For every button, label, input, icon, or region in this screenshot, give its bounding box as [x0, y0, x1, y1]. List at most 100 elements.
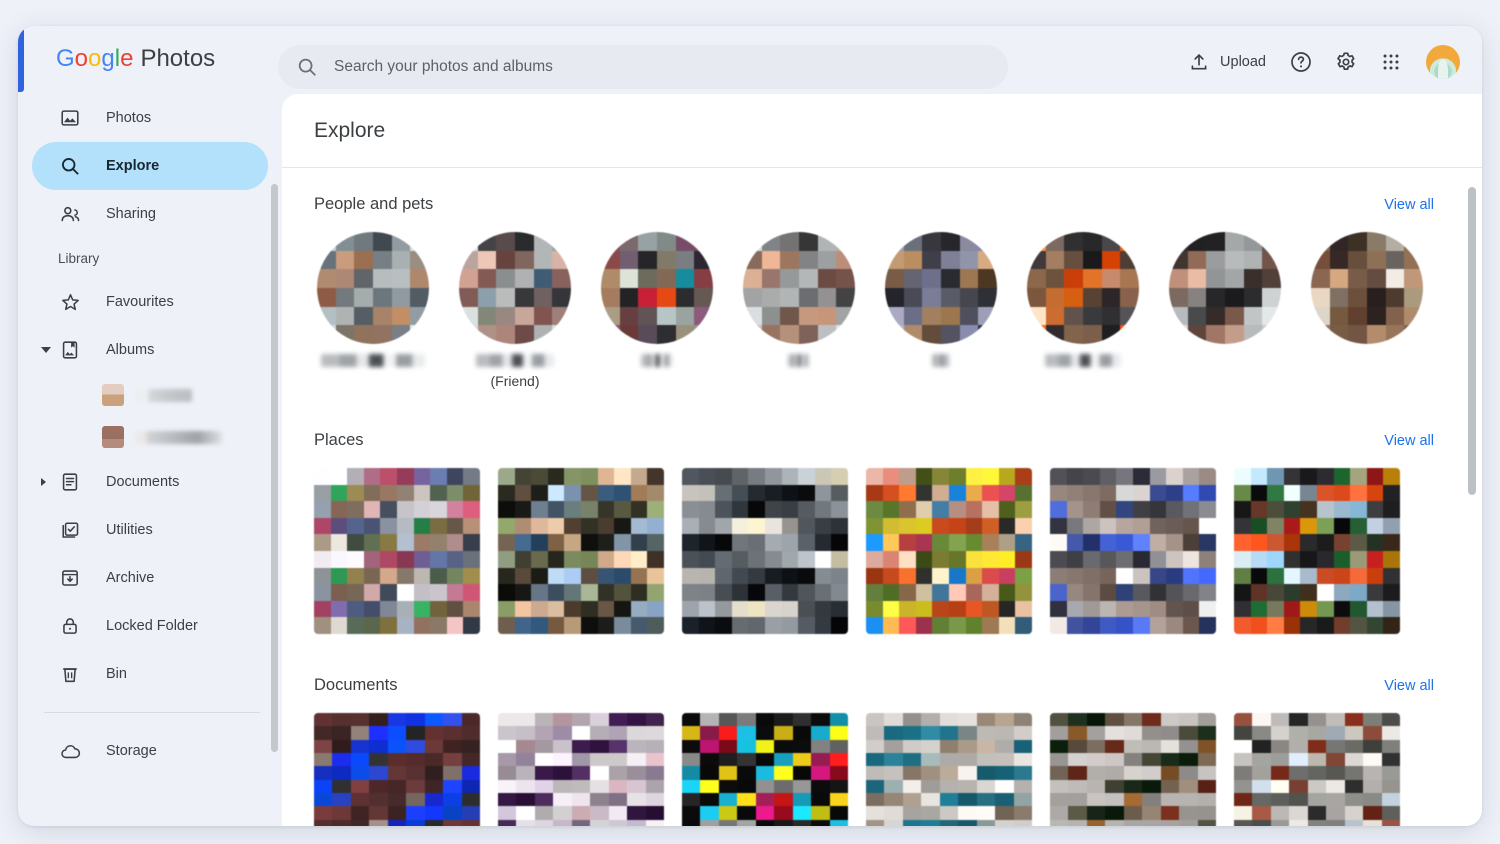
sidebar-album-child[interactable] [18, 416, 282, 458]
content-scroll-area: People and pets View all (Friend) Places… [282, 169, 1482, 826]
logo-letter: e [120, 45, 134, 72]
section-header: Places View all [314, 431, 1450, 450]
pixelated-thumbnail [314, 713, 480, 826]
chevron-down-icon[interactable] [41, 347, 51, 353]
album-thumbnail [102, 384, 124, 406]
place-tile[interactable] [498, 468, 664, 634]
page-title: Explore [314, 118, 386, 142]
apps-grid-icon [1383, 54, 1399, 70]
sidebar-item-label: Documents [106, 474, 180, 490]
sidebar-item-utilities[interactable]: Utilities [32, 506, 268, 554]
pixelated-thumbnail [1311, 232, 1423, 344]
google-apps-button[interactable] [1371, 42, 1411, 82]
pixelated-thumbnail [1234, 713, 1400, 826]
search-input[interactable] [334, 58, 954, 76]
person-card[interactable]: (Friend) [456, 232, 574, 389]
person-face-thumbnail [601, 232, 713, 344]
sidebar-item-label: Locked Folder [106, 618, 198, 634]
help-circle-icon [1291, 52, 1311, 72]
album-name-redacted [136, 430, 222, 444]
person-name-redacted [788, 354, 810, 367]
sidebar-item-storage[interactable]: Storage [32, 727, 268, 775]
sidebar-item-bin[interactable]: Bin [32, 650, 268, 698]
pixelated-thumbnail [682, 713, 848, 826]
document-tile[interactable] [314, 713, 480, 826]
content-scrollbar-thumb[interactable] [1468, 187, 1476, 495]
avatar[interactable] [1426, 45, 1460, 79]
pixelated-thumbnail [314, 468, 480, 634]
sidebar-scrollbar-thumb[interactable] [271, 184, 278, 752]
sidebar-item-archive[interactable]: Archive [32, 554, 268, 602]
settings-button[interactable] [1326, 42, 1366, 82]
upload-button[interactable]: Upload [1178, 44, 1276, 80]
chevron-right-icon[interactable] [41, 478, 46, 486]
view-all-places-link[interactable]: View all [1384, 433, 1434, 449]
upload-icon [1191, 54, 1207, 70]
sidebar-item-albums[interactable]: Albums [32, 326, 268, 374]
document-tile[interactable] [1234, 713, 1400, 826]
sidebar-section-library: Library [58, 250, 100, 266]
section-header: Documents View all [314, 676, 1450, 695]
sidebar-item-locked-folder[interactable]: Locked Folder [32, 602, 268, 650]
person-face-thumbnail [1169, 232, 1281, 344]
search-bar[interactable] [278, 45, 1008, 89]
sidebar-album-child[interactable] [18, 374, 282, 416]
person-card[interactable] [882, 232, 1000, 389]
place-tile[interactable] [1050, 468, 1216, 634]
person-card[interactable] [1166, 232, 1284, 389]
person-face-thumbnail [885, 232, 997, 344]
place-tile[interactable] [682, 468, 848, 634]
document-tile[interactable] [1050, 713, 1216, 826]
lock-icon [58, 614, 82, 638]
place-tile[interactable] [1234, 468, 1400, 634]
sidebar-item-sharing[interactable]: Sharing [32, 190, 268, 238]
person-name-redacted [476, 354, 554, 367]
gear-icon [1337, 52, 1355, 70]
trash-icon [58, 662, 82, 686]
section-people-and-pets: People and pets View all (Friend) [282, 195, 1482, 389]
section-places: Places View all [282, 431, 1482, 634]
pixelated-thumbnail [498, 468, 664, 634]
documents-row [314, 713, 1450, 826]
help-button[interactable] [1281, 42, 1321, 82]
star-icon [58, 290, 82, 314]
section-title: Documents [314, 676, 398, 694]
pixelated-thumbnail [317, 232, 429, 344]
person-card[interactable] [598, 232, 716, 389]
document-tile[interactable] [866, 713, 1032, 826]
pixelated-thumbnail [1027, 232, 1139, 344]
document-icon [58, 470, 82, 494]
view-all-people-link[interactable]: View all [1384, 197, 1434, 213]
sidebar-item-favourites[interactable]: Favourites [32, 278, 268, 326]
person-card[interactable] [314, 232, 432, 389]
sidebar-item-photos[interactable]: Photos [32, 94, 268, 142]
main-content: Explore People and pets View all (Friend… [282, 94, 1482, 826]
search-icon [298, 58, 316, 76]
place-tile[interactable] [314, 468, 480, 634]
section-title: People and pets [314, 195, 434, 213]
document-tile[interactable] [498, 713, 664, 826]
person-card[interactable] [1024, 232, 1142, 389]
view-all-documents-link[interactable]: View all [1384, 678, 1434, 694]
sidebar-item-label: Utilities [106, 522, 153, 538]
place-tile[interactable] [866, 468, 1032, 634]
sidebar-scroll-content: Photos Explore Sharing Library Favourite… [18, 94, 282, 826]
person-card[interactable] [740, 232, 858, 389]
album-name-redacted [136, 388, 192, 402]
person-card[interactable] [1308, 232, 1426, 389]
person-relationship-label: (Friend) [490, 373, 540, 389]
section-documents: Documents View all [282, 676, 1482, 826]
section-header: People and pets View all [314, 195, 1450, 214]
sidebar: Photos Explore Sharing Library Favourite… [18, 94, 282, 826]
archive-icon [58, 566, 82, 590]
person-face-thumbnail [743, 232, 855, 344]
person-face-thumbnail [459, 232, 571, 344]
google-photos-logo[interactable]: Google Photos [56, 45, 215, 73]
pixelated-thumbnail [498, 713, 664, 826]
sidebar-item-documents[interactable]: Documents [32, 458, 268, 506]
top-bar: GooglePhotos Upload [18, 26, 1482, 94]
sidebar-item-explore[interactable]: Explore [32, 142, 268, 190]
document-tile[interactable] [682, 713, 848, 826]
photo-icon [58, 106, 82, 130]
pixelated-thumbnail [866, 713, 1032, 826]
